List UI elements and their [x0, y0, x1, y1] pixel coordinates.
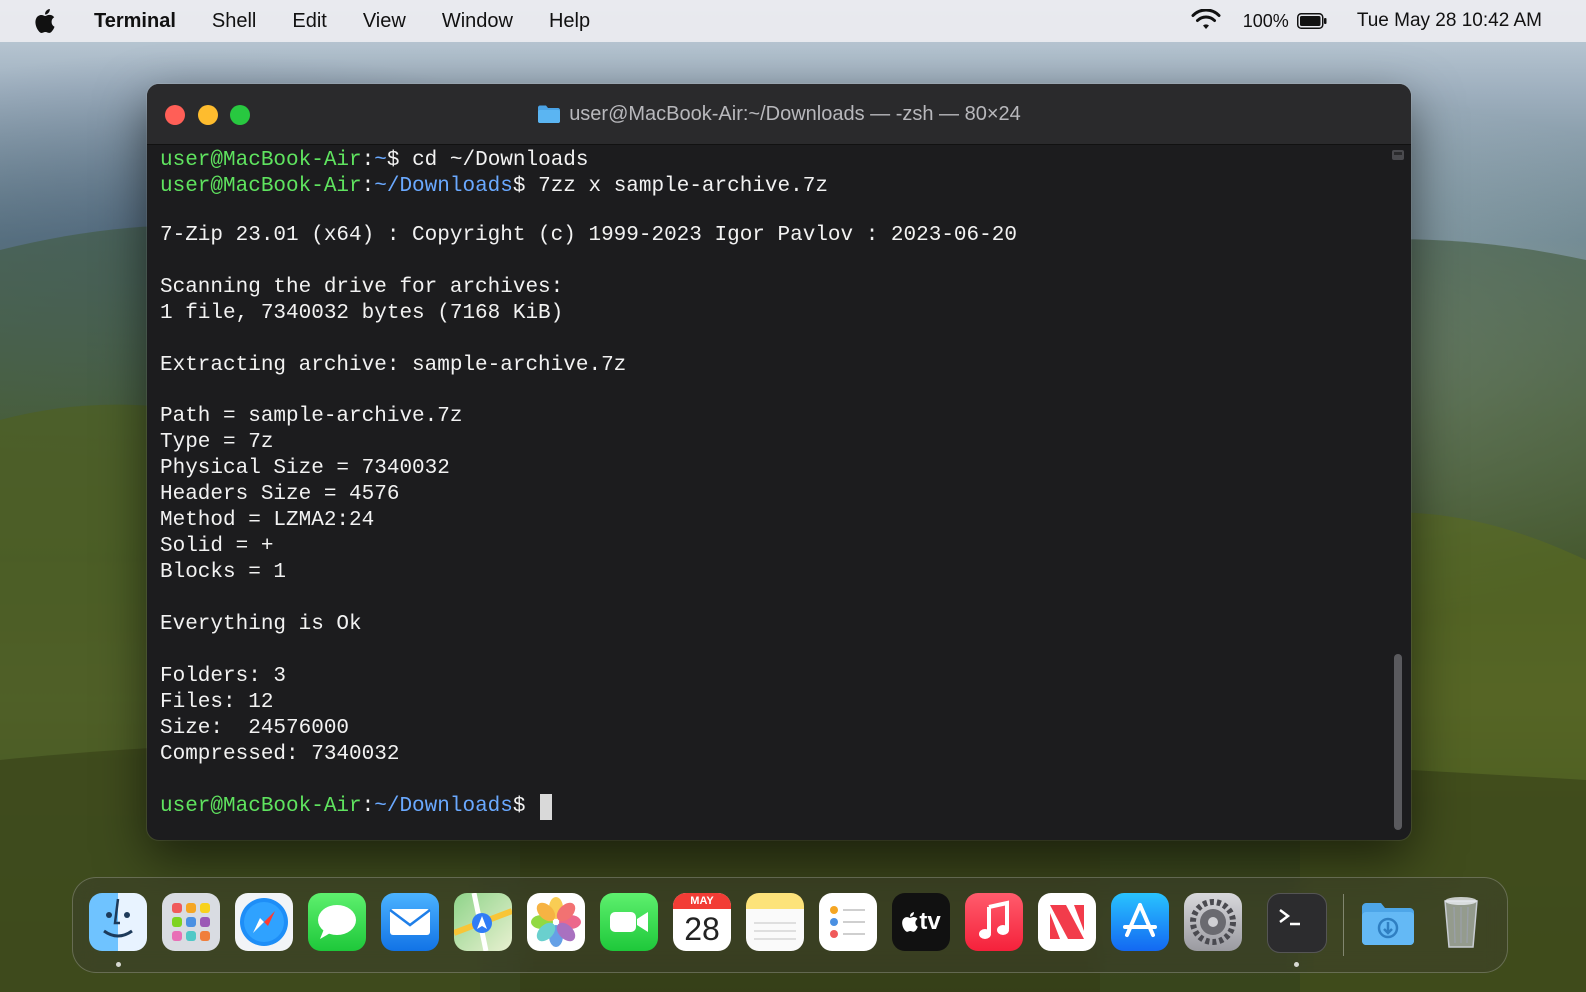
output-folders: Folders: 3 [160, 665, 287, 688]
dock-safari-icon[interactable] [235, 893, 293, 951]
dock-system-settings-icon[interactable] [1184, 893, 1242, 951]
prompt-user-host: user@MacBook-Air [160, 795, 362, 818]
output-banner: 7-Zip 23.01 (x64) : Copyright (c) 1999-2… [160, 224, 1017, 247]
dock-photos-icon[interactable] [527, 893, 585, 951]
apple-menu-icon[interactable] [30, 6, 60, 36]
terminal-line-prompt[interactable]: user@MacBook-Air:~/Downloads$ [160, 794, 553, 820]
scroll-thumb[interactable] [1394, 654, 1402, 830]
text-cursor [540, 794, 553, 820]
output-headers-size: Headers Size = 4576 [160, 483, 400, 506]
output-physical-size: Physical Size = 7340032 [160, 457, 450, 480]
dock-maps-icon[interactable] [454, 893, 512, 951]
dock-news-icon[interactable] [1038, 893, 1096, 951]
dock-launchpad-icon[interactable] [162, 893, 220, 951]
dock-music-icon[interactable] [965, 893, 1023, 951]
menu-extras: 100% Tue May 28 10:42 AM [1191, 0, 1542, 42]
terminal-line-cmd2: user@MacBook-Air:~/Downloads$ 7zz x samp… [160, 175, 828, 198]
dock-finder-icon[interactable] [89, 893, 147, 951]
dock-calendar-icon[interactable]: MAY 28 [673, 893, 731, 951]
running-indicator [1294, 962, 1299, 967]
output-size: Size: 24576000 [160, 717, 350, 740]
apple-logo-icon [902, 912, 919, 932]
output-extracting: Extracting archive: sample-archive.7z [160, 354, 627, 377]
menu-view[interactable]: View [363, 10, 406, 33]
output-files: Files: 12 [160, 691, 274, 714]
dock-trash-icon[interactable] [1432, 893, 1490, 951]
menubar-clock[interactable]: Tue May 28 10:42 AM [1357, 10, 1542, 32]
dock: MAY 28 tv [72, 877, 1508, 973]
menu-shell[interactable]: Shell [212, 10, 256, 33]
calendar-day: 28 [684, 911, 720, 947]
tv-label: tv [919, 908, 941, 935]
dock-mail-icon[interactable] [381, 893, 439, 951]
terminal-window: user@MacBook-Air:~/Downloads — -zsh — 80… [147, 84, 1411, 840]
output-status-ok: Everything is Ok [160, 613, 362, 636]
terminal-output[interactable]: user@MacBook-Air:~$ cd ~/Downloads user@… [160, 148, 1380, 828]
dock-downloads-folder-icon[interactable] [1359, 893, 1417, 951]
running-indicator [116, 962, 121, 967]
dock-notes-icon[interactable] [746, 893, 804, 951]
menu-edit[interactable]: Edit [292, 10, 326, 33]
output-scan-heading: Scanning the drive for archives: [160, 276, 564, 299]
scroll-lock-icon[interactable] [1391, 148, 1405, 162]
dock-facetime-icon[interactable] [600, 893, 658, 951]
dock-tv-icon[interactable]: tv [892, 893, 950, 951]
output-path: Path = sample-archive.7z [160, 405, 463, 428]
dock-app-store-icon[interactable] [1111, 893, 1169, 951]
calendar-month: MAY [673, 893, 731, 909]
menu-help[interactable]: Help [549, 10, 590, 33]
dock-terminal-icon[interactable] [1267, 893, 1327, 953]
dock-reminders-icon[interactable] [819, 893, 877, 951]
folder-icon [538, 105, 561, 123]
battery-percent: 100% [1242, 10, 1289, 31]
prompt-path: ~/Downloads [374, 795, 513, 818]
output-type: Type = 7z [160, 431, 274, 454]
title-bar[interactable]: user@MacBook-Air:~/Downloads — -zsh — 80… [147, 84, 1411, 145]
output-solid: Solid = + [160, 535, 274, 558]
battery-icon[interactable] [1296, 13, 1327, 29]
prompt-user-host: user@MacBook-Air [160, 175, 362, 198]
output-compressed: Compressed: 7340032 [160, 743, 400, 766]
dock-messages-icon[interactable] [308, 893, 366, 951]
command-text: 7zz x sample-archive.7z [538, 175, 828, 198]
wifi-icon[interactable] [1191, 9, 1221, 33]
prompt-user-host: user@MacBook-Air [160, 149, 362, 172]
terminal-line-cmd1: user@MacBook-Air:~$ cd ~/Downloads [160, 149, 589, 172]
menu-window[interactable]: Window [442, 10, 513, 33]
dock-separator [1343, 894, 1344, 956]
scrollbar[interactable] [1391, 146, 1405, 836]
output-method: Method = LZMA2:24 [160, 509, 375, 532]
menu-app-name[interactable]: Terminal [94, 10, 176, 33]
menu-bar: Terminal Shell Edit View Window Help 100… [0, 0, 1586, 42]
command-text: cd ~/Downloads [412, 149, 589, 172]
prompt-path: ~ [374, 149, 387, 172]
output-scan-result: 1 file, 7340032 bytes (7168 KiB) [160, 302, 564, 325]
output-blocks: Blocks = 1 [160, 561, 287, 584]
window-title: user@MacBook-Air:~/Downloads — -zsh — 80… [569, 102, 1021, 125]
prompt-path: ~/Downloads [374, 175, 513, 198]
